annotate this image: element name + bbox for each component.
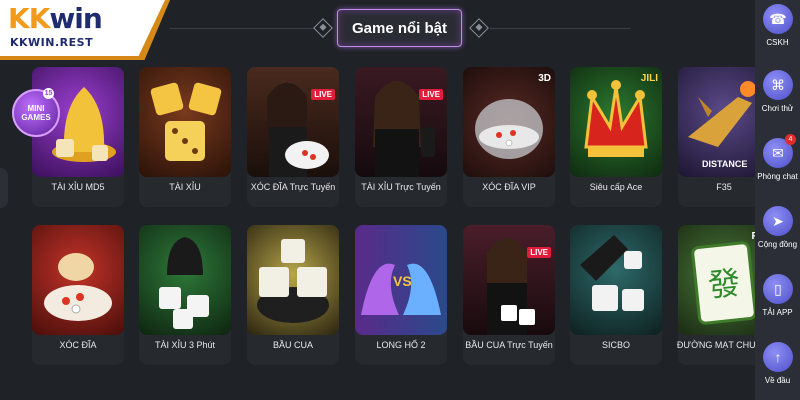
notification-badge: 4 (785, 134, 796, 145)
plate-icon (44, 253, 112, 321)
game-thumbnail (139, 225, 231, 335)
sidebar-item-label: Chơi thử (761, 104, 794, 113)
game-card[interactable]: JILI Siêu cấp Ace (570, 67, 662, 207)
jili-badge: JILI (640, 73, 658, 84)
sidebar-item-ve-dau[interactable]: ↑ Về đầu (755, 342, 800, 400)
sidebar-item-label: Cộng đồng (757, 240, 798, 249)
sidebar-item-choi-thu[interactable]: ⌘ Chơi thử (755, 70, 800, 130)
game-card[interactable]: TÀI XỈU (139, 67, 231, 207)
game-label: TÀI XỈU MD5 (51, 182, 105, 192)
game-card[interactable]: LIVE XÓC ĐĨA Trực Tuyến (247, 67, 339, 207)
game-card[interactable]: XÓC ĐĨA (32, 225, 124, 365)
sidebar-item-phong-chat[interactable]: ✉ 4 Phòng chat (755, 134, 800, 198)
sidebar-item-label: CSKH (766, 38, 789, 47)
dealer-icon (373, 81, 435, 177)
game-label: XÓC ĐĨA VIP (482, 182, 536, 192)
sidebar-item-label: Phòng chat (757, 172, 798, 181)
gamepad-icon: ⌘ (763, 70, 793, 100)
game-card[interactable]: LIVE BẦU CUA Trực Tuyến (463, 225, 555, 365)
scroll-left-handle[interactable] (0, 168, 8, 208)
3d-badge: 3D (538, 73, 551, 84)
dice-cup-icon (159, 237, 209, 329)
headset-icon: ☎ (763, 4, 793, 34)
game-card[interactable]: TÀI XỈU 3 Phút (139, 225, 231, 365)
arrow-up-icon: ↑ (763, 342, 793, 372)
game-card[interactable]: BẦU CUA (247, 225, 339, 365)
dice-cup-icon (580, 235, 644, 311)
sidebar-item-cong-dong[interactable]: ➤ Cộng đồng (755, 206, 800, 266)
game-label: TÀI XỈU (169, 182, 201, 192)
header-divider-right (490, 28, 630, 29)
game-label: XÓC ĐĨA Trực Tuyến (250, 182, 336, 192)
game-thumbnail (32, 225, 124, 335)
game-label: Siêu cấp Ace (589, 182, 643, 192)
distance-badge: DISTANCE (702, 159, 748, 169)
game-thumbnail (139, 67, 231, 177)
dice-icon (150, 82, 222, 161)
game-label: LONG HỔ 2 (376, 340, 426, 350)
game-thumbnail (355, 67, 447, 177)
mini-games-badge[interactable]: 15 MINI GAMES (12, 88, 60, 137)
game-label: TÀI XỈU Trực Tuyến (361, 182, 441, 192)
game-label: BẦU CUA Trực Tuyến (465, 340, 553, 350)
diamond-icon (469, 18, 489, 38)
sidebar-item-label: TẢI APP (762, 308, 793, 317)
dealer-icon (487, 238, 535, 335)
game-card[interactable]: VS LONG HỔ 2 (355, 225, 447, 365)
game-card[interactable]: SICBO (570, 225, 662, 365)
game-label: XÓC ĐĨA (59, 340, 97, 350)
game-card[interactable]: LIVE TÀI XỈU Trực Tuyến (355, 67, 447, 207)
svg-text:發: 發 (706, 263, 742, 304)
game-card[interactable]: 3D XÓC ĐĨA VIP (463, 67, 555, 207)
game-thumbnail (247, 225, 339, 335)
header-divider-left (170, 28, 315, 29)
sidebar-item-cskh[interactable]: ☎ CSKH (755, 4, 800, 64)
diamond-icon (313, 18, 333, 38)
live-badge: LIVE (419, 89, 443, 100)
game-thumbnail (247, 67, 339, 177)
game-label: BẦU CUA (272, 340, 313, 350)
phone-icon: ▯ (763, 274, 793, 304)
logo-wordmark: KKwin (8, 2, 103, 35)
vs-badge: VS (393, 273, 412, 289)
logo-domain: KKWIN.REST (10, 36, 94, 49)
game-thumbnail (570, 225, 662, 335)
section-title: Game nổi bật (337, 9, 462, 47)
send-icon: ➤ (763, 206, 793, 236)
live-badge: LIVE (527, 247, 551, 258)
game-label: TÀI XỈU 3 Phút (154, 340, 216, 350)
sidebar-item-label: Về đầu (764, 376, 791, 385)
sidebar-item-tai-app[interactable]: ▯ TẢI APP (755, 274, 800, 334)
dice-icon (257, 239, 329, 323)
dealer-icon (267, 82, 329, 177)
game-label: SICBO (601, 340, 630, 350)
game-thumbnail (463, 225, 555, 335)
brand-logo[interactable]: KKwin KKWIN.REST (0, 0, 165, 56)
right-sidebar: ☎ CSKH ⌘ Chơi thử ✉ 4 Phòng chat ➤ Cộng … (755, 0, 800, 400)
live-badge: LIVE (311, 89, 335, 100)
game-card[interactable]: 15 MINI GAMES TÀI XỈU MD5 (12, 67, 124, 207)
